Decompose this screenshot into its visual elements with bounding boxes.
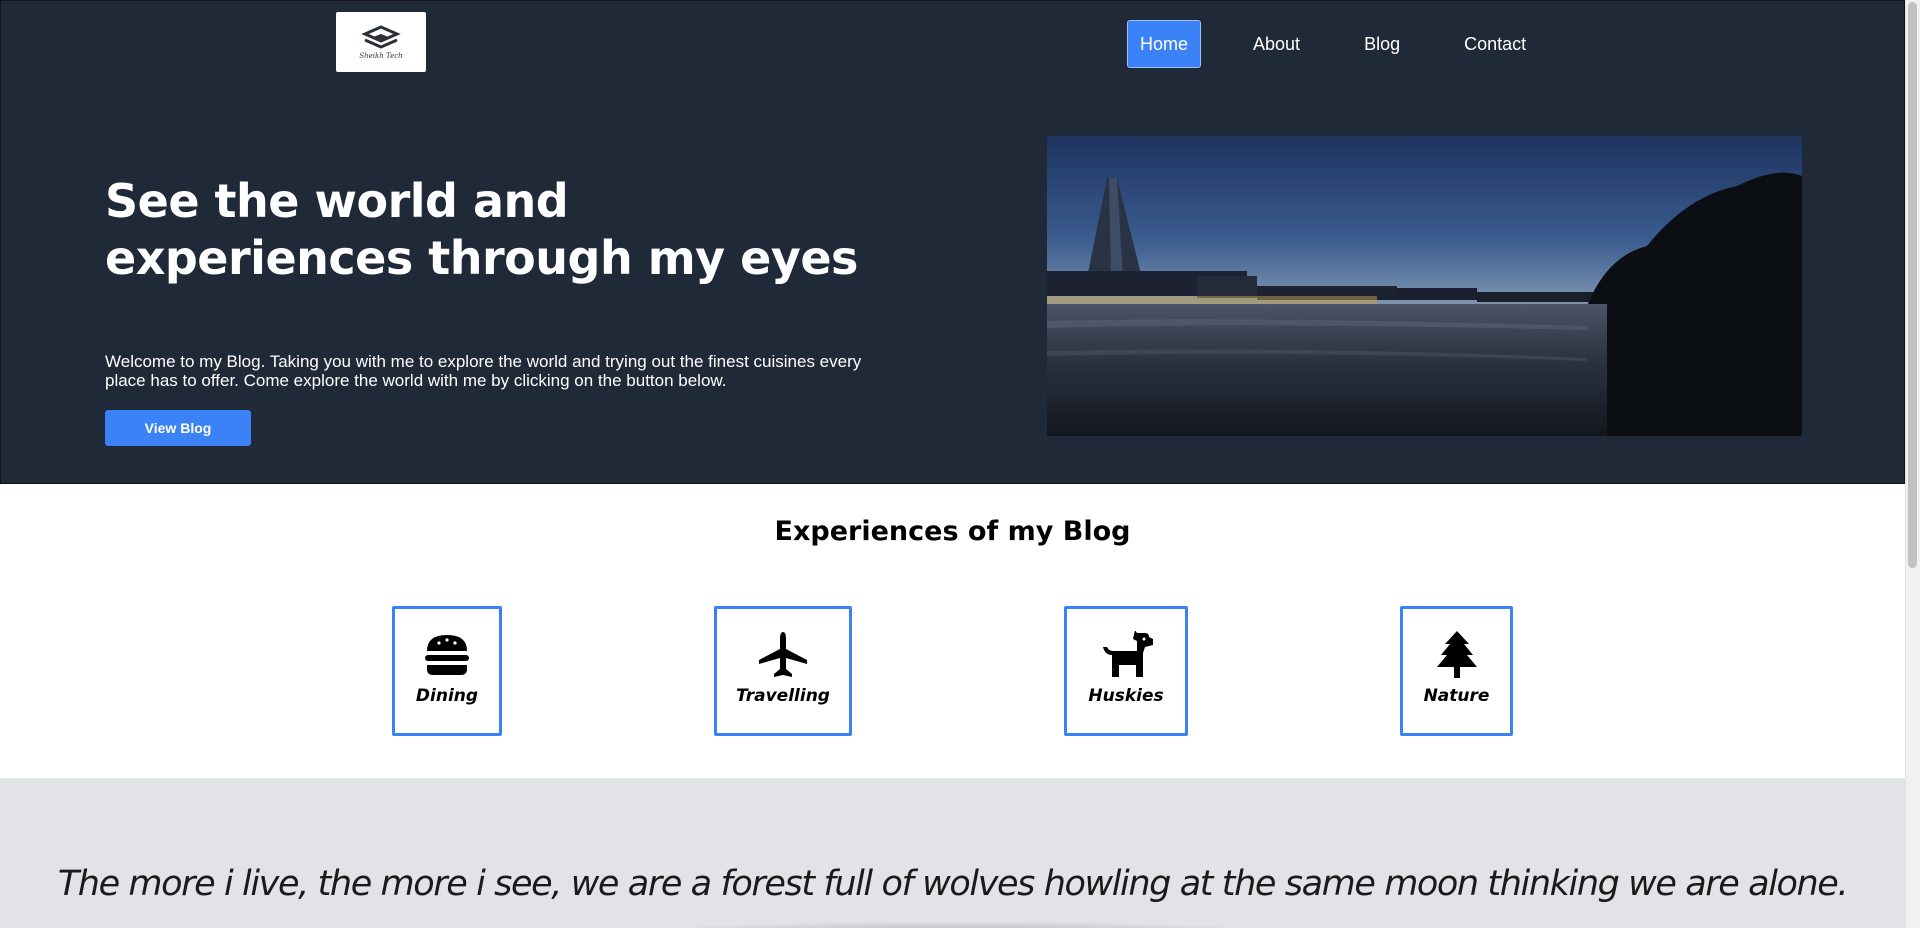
quote-text: The more i live, the more i see, we are … xyxy=(57,864,1849,904)
site-logo[interactable]: Sheikh Tech xyxy=(336,12,426,72)
nav-about[interactable]: About xyxy=(1241,20,1312,68)
card-dining[interactable]: Dining xyxy=(392,606,502,736)
quote-shadow xyxy=(640,921,1280,928)
card-label: Nature xyxy=(1423,686,1490,706)
page: Sheikh Tech Home About Blog Contact See … xyxy=(0,0,1905,928)
card-nature[interactable]: Nature xyxy=(1400,606,1513,736)
hero-title: See the world and experiences through my… xyxy=(105,174,858,285)
logo-icon xyxy=(361,24,401,49)
quote-section: The more i live, the more i see, we are … xyxy=(0,778,1905,928)
hero-image xyxy=(1047,136,1802,436)
card-travelling[interactable]: Travelling xyxy=(714,606,852,736)
experiences-section: Experiences of my Blog Dining Travelling… xyxy=(0,484,1905,778)
city-river-sunset-photo xyxy=(1047,136,1802,436)
scrollbar-thumb[interactable] xyxy=(1908,2,1917,568)
card-label: Dining xyxy=(415,686,479,706)
view-blog-button[interactable]: View Blog xyxy=(105,410,251,446)
hero-description: Welcome to my Blog. Taking you with me t… xyxy=(105,352,862,390)
plane-icon xyxy=(758,631,808,679)
main-nav: Home About Blog Contact xyxy=(1127,20,1538,68)
nav-contact[interactable]: Contact xyxy=(1452,20,1538,68)
logo-text: Sheikh Tech xyxy=(359,51,403,60)
nav-home[interactable]: Home xyxy=(1127,20,1202,68)
dog-icon xyxy=(1099,631,1153,679)
card-label: Travelling xyxy=(736,686,830,706)
hero-section: Sheikh Tech Home About Blog Contact See … xyxy=(0,0,1905,484)
tree-icon xyxy=(1436,631,1478,679)
card-label: Huskies xyxy=(1088,686,1164,706)
nav-blog[interactable]: Blog xyxy=(1352,20,1412,68)
card-huskies[interactable]: Huskies xyxy=(1064,606,1188,736)
burger-icon xyxy=(424,631,470,679)
experiences-title: Experiences of my Blog xyxy=(774,516,1131,547)
